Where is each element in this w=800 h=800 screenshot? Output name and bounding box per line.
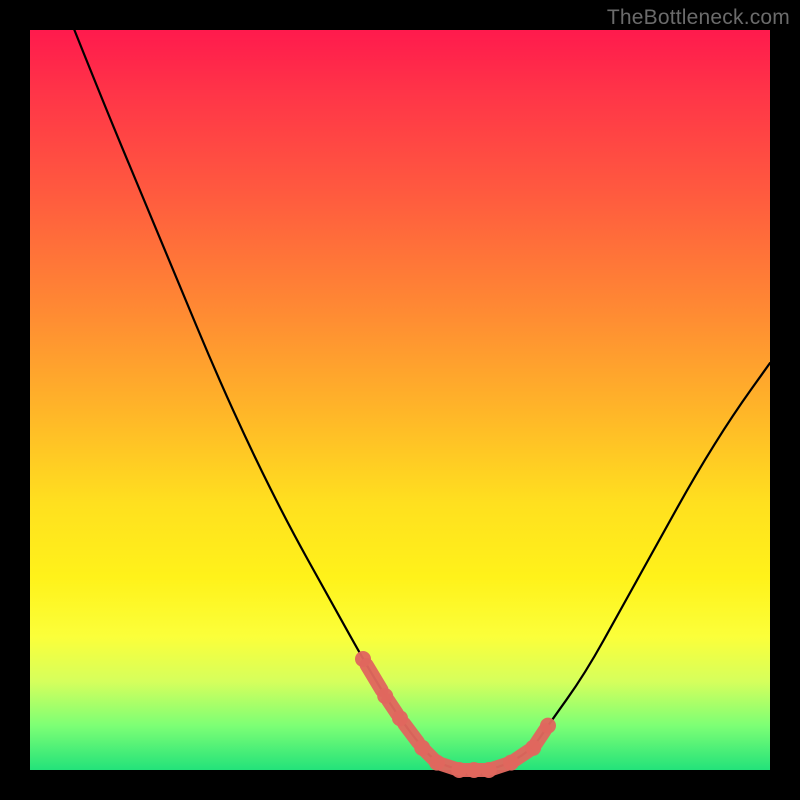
optimal-zone-markers: [355, 651, 556, 778]
marker-segment: [367, 665, 382, 690]
chart-frame: TheBottleneck.com: [0, 0, 800, 800]
plot-area: [30, 30, 770, 770]
marker-segment: [404, 724, 418, 742]
curve-svg: [30, 30, 770, 770]
watermark-text: TheBottleneck.com: [607, 6, 790, 30]
marker-dot: [540, 718, 556, 734]
bottleneck-curve: [74, 30, 770, 770]
